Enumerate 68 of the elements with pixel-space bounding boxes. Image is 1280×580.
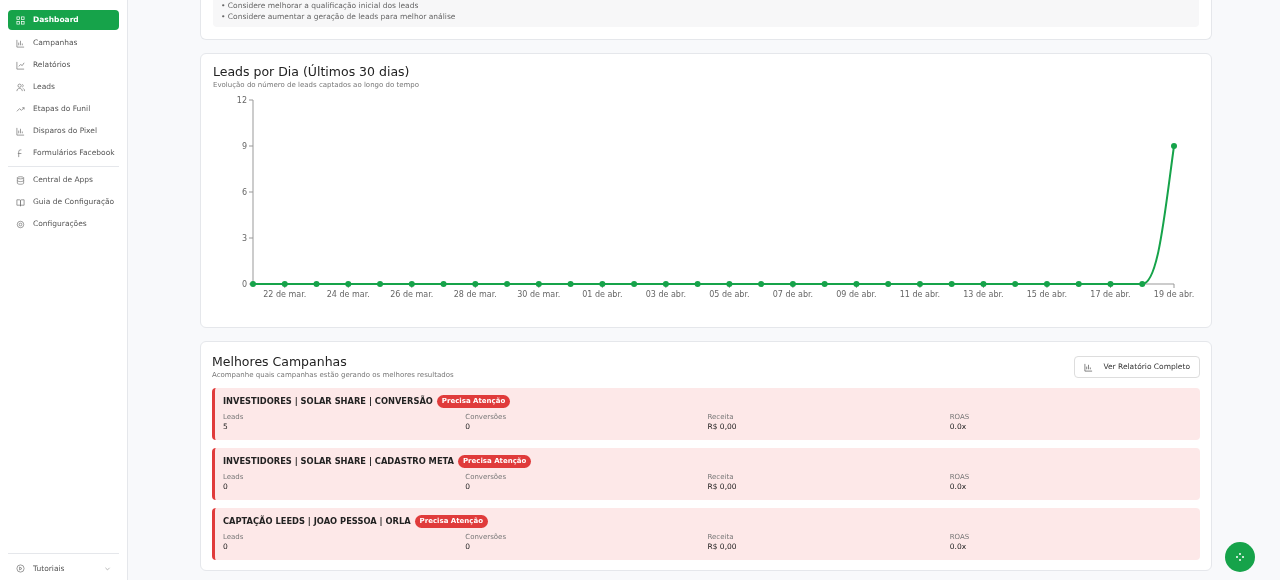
y-tick-label: 0 [241,280,247,289]
x-tick-label: 19 de abr. [1153,290,1195,299]
gear-icon [16,219,25,229]
data-point [1012,281,1019,287]
x-tick-label: 22 de mar. [263,290,307,299]
data-point [313,281,320,287]
x-tick-label: 13 de abr. [963,290,1004,299]
x-tick-label: 24 de mar. [326,290,370,299]
y-tick-label: 3 [241,234,247,243]
campaign-name: CAPTAÇÃO LEEDS | JOAO PESSOA | ORLA [223,515,411,528]
book-icon [16,197,25,207]
data-point [662,281,669,287]
x-tick-label: 07 de abr. [772,290,814,299]
x-tick-label: 09 de abr. [836,290,877,299]
data-point [821,281,828,287]
grid-icon [16,15,25,25]
data-point [694,281,701,287]
data-point [567,281,574,287]
campaign-name: INVESTIDORES | SOLAR SHARE | CADASTRO META [223,455,454,468]
x-tick-label: 30 de mar. [517,290,561,299]
bar-chart-icon [1084,362,1094,372]
data-point [1171,143,1177,149]
data-point [916,281,923,287]
data-point [440,281,447,287]
data-point [345,281,352,287]
data-point [980,281,987,287]
y-tick-label: 12 [236,96,247,105]
data-point [1075,281,1082,287]
users-icon [16,82,25,92]
x-tick-label: 01 de abr. [582,290,623,299]
database-icon [16,175,25,185]
sparkle-icon [1235,552,1245,562]
data-point [281,281,288,287]
chart-title: Leads por Dia (Últimos 30 dias) [213,64,411,80]
x-tick-label: 05 de abr. [709,290,750,299]
y-tick-label: 9 [241,142,247,151]
bar-chart-icon [16,38,25,48]
x-tick-label: 03 de abr. [645,290,687,299]
data-point [853,281,860,287]
data-point [408,281,415,287]
data-point [758,281,765,287]
x-tick-label: 26 de mar. [390,290,434,299]
data-point [789,281,796,287]
data-point [250,281,256,287]
data-point [1107,281,1114,287]
data-point [885,281,892,287]
section-title: Melhores Campanhas [212,354,348,370]
data-point [1043,281,1050,287]
data-point [631,281,638,287]
x-tick-label: 11 de abr. [899,290,941,299]
data-point [472,281,479,287]
data-point [535,281,542,287]
campaign-name: INVESTIDORES | SOLAR SHARE | CONVERSÃO [223,395,433,408]
x-tick-label: 15 de abr. [1026,290,1068,299]
data-point [504,281,511,287]
line-chart-icon [16,60,25,70]
data-point [599,281,606,287]
data-point [726,281,733,287]
trend-up-icon [16,104,25,114]
sparkle-button[interactable] [1225,542,1255,572]
data-point [948,281,955,287]
data-point [1139,281,1146,287]
data-point [377,281,384,287]
play-circle-icon [16,563,25,573]
y-tick-label: 6 [241,188,247,197]
x-tick-label: 17 de abr. [1090,290,1131,299]
x-tick-label: 28 de mar. [453,290,497,299]
bar-chart-icon [16,126,25,136]
